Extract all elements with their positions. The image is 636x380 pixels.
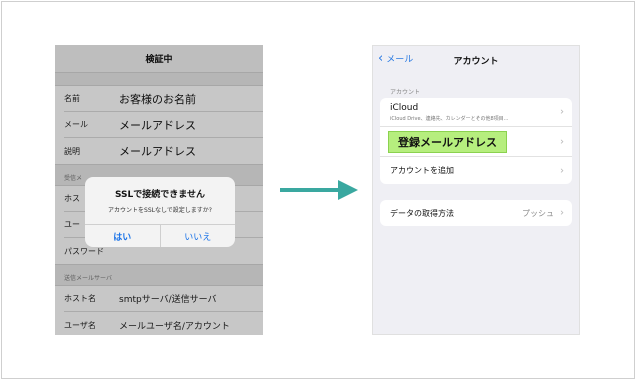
chevron-right-icon: › [560, 106, 564, 118]
ssl-alert-dialog: SSLで接続できません アカウントをSSLなしで設定しますか? はい いいえ [85, 177, 235, 247]
chevron-right-icon: › [560, 136, 564, 147]
chevron-right-icon: › [560, 165, 564, 176]
alert-no-button[interactable]: いいえ [159, 225, 236, 247]
chevron-right-icon: › [560, 207, 564, 219]
fetch-group: データの取得方法 プッシュ › [380, 200, 572, 226]
fetch-data-label: データの取得方法 [390, 208, 454, 218]
registered-email-row[interactable]: 登録メールアドレス › [380, 127, 572, 157]
right-arrow-icon [280, 180, 358, 200]
accounts-section-label: アカウント [390, 89, 421, 96]
fetch-data-row[interactable]: データの取得方法 プッシュ › [380, 200, 572, 226]
registered-email-highlight: 登録メールアドレス [388, 130, 507, 153]
right-phone-screen: ‹ メール アカウント アカウント iCloud iCloud Drive、連絡… [372, 45, 580, 335]
left-phone-screen: 検証中 名前 お客様のお名前 メール メールアドレス 説明 メールアドレス 受信… [55, 45, 263, 335]
accounts-group: iCloud iCloud Drive、連絡先、カレンダーとその他8項目... … [380, 98, 572, 184]
icloud-subtitle: iCloud Drive、連絡先、カレンダーとその他8項目... [390, 115, 509, 122]
right-nav-bar: ‹ メール アカウント [373, 50, 579, 70]
alert-yes-button[interactable]: はい [85, 225, 160, 247]
icloud-row[interactable]: iCloud iCloud Drive、連絡先、カレンダーとその他8項目... … [380, 98, 572, 127]
back-button[interactable]: ‹ メール [378, 52, 413, 65]
fetch-data-value: プッシュ [522, 208, 554, 218]
add-account-label: アカウントを追加 [390, 166, 454, 175]
add-account-row[interactable]: アカウントを追加 › [380, 157, 572, 184]
chevron-left-icon: ‹ [378, 51, 384, 66]
back-label: メール [386, 55, 414, 65]
alert-buttons: はい いいえ [85, 224, 235, 247]
alert-title: SSLで接続できません [114, 190, 206, 200]
icloud-title: iCloud [390, 102, 419, 113]
alert-message: アカウントをSSLなしで設定しますか? [108, 207, 212, 214]
